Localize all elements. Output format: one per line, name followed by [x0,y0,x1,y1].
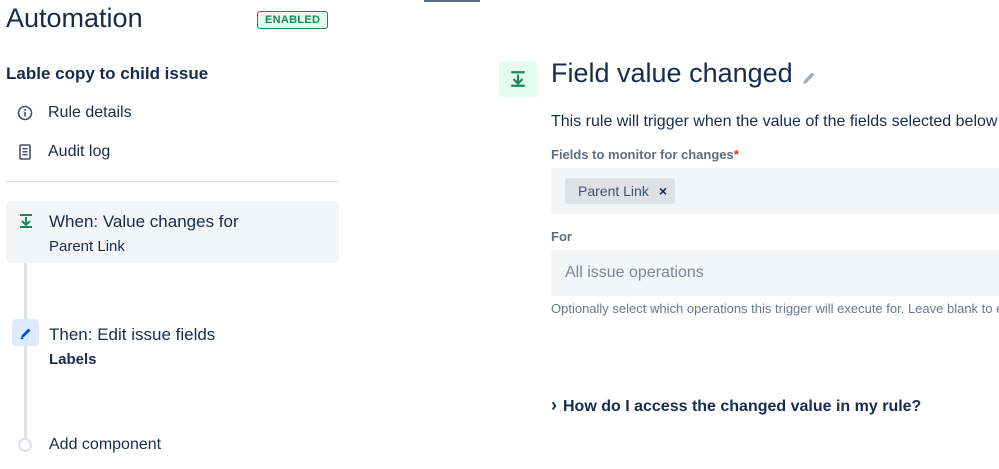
trigger-title: Field value changed [551,58,793,88]
for-label: For [551,229,572,244]
field-label-text: Fields to monitor for changes [551,147,734,162]
divider [6,181,339,182]
faq-label: How do I access the changed value in my … [563,398,922,415]
add-circle-icon [18,438,32,452]
chevron-right-icon: › [551,395,557,415]
page-title: Automation [6,3,143,33]
document-icon [16,143,34,161]
operations-placeholder: All issue operations [565,264,704,281]
chip-label: Parent Link [578,183,649,199]
required-asterisk: * [733,147,739,162]
status-badge: ENABLED [257,11,329,29]
add-component-label: Add component [49,436,162,453]
fields-multiselect[interactable]: Parent Link × [551,168,999,214]
add-component-button[interactable]: Add component [6,433,339,459]
step-subtitle: Labels [49,351,97,368]
top-tab-indicator [424,0,480,2]
edit-pencil-icon[interactable] [801,70,817,91]
nav-item-label: Rule details [48,104,132,121]
nav-item-label: Audit log [48,143,111,160]
automation-page: Automation ENABLED Lable copy to child i… [0,0,999,469]
operations-select[interactable]: All issue operations [551,250,999,296]
step-subtitle: Parent Link [49,238,125,255]
info-icon [16,104,34,122]
operations-help-text: Optionally select which operations this … [551,301,999,316]
step-title: Then: Edit issue fields [49,325,216,344]
nav-item-rule-details[interactable]: Rule details [16,101,132,125]
fields-to-monitor-label: Fields to monitor for changes* [551,147,739,162]
trigger-download-icon [18,211,34,231]
pencil-icon [12,319,39,346]
rule-name: Lable copy to child issue [6,64,209,83]
faq-expander[interactable]: › How do I access the changed value in m… [551,395,922,416]
remove-chip-icon[interactable]: × [659,183,667,199]
nav-item-audit-log[interactable]: Audit log [16,140,110,164]
trigger-download-icon [499,61,537,97]
step-trigger-when[interactable]: When: Value changes for Parent Link [6,201,339,263]
step-action-then[interactable]: Then: Edit issue fields Labels [6,314,339,376]
selected-field-chip: Parent Link × [565,178,676,204]
trigger-description: This rule will trigger when the value of… [551,113,999,130]
step-title: When: Value changes for [49,212,239,231]
